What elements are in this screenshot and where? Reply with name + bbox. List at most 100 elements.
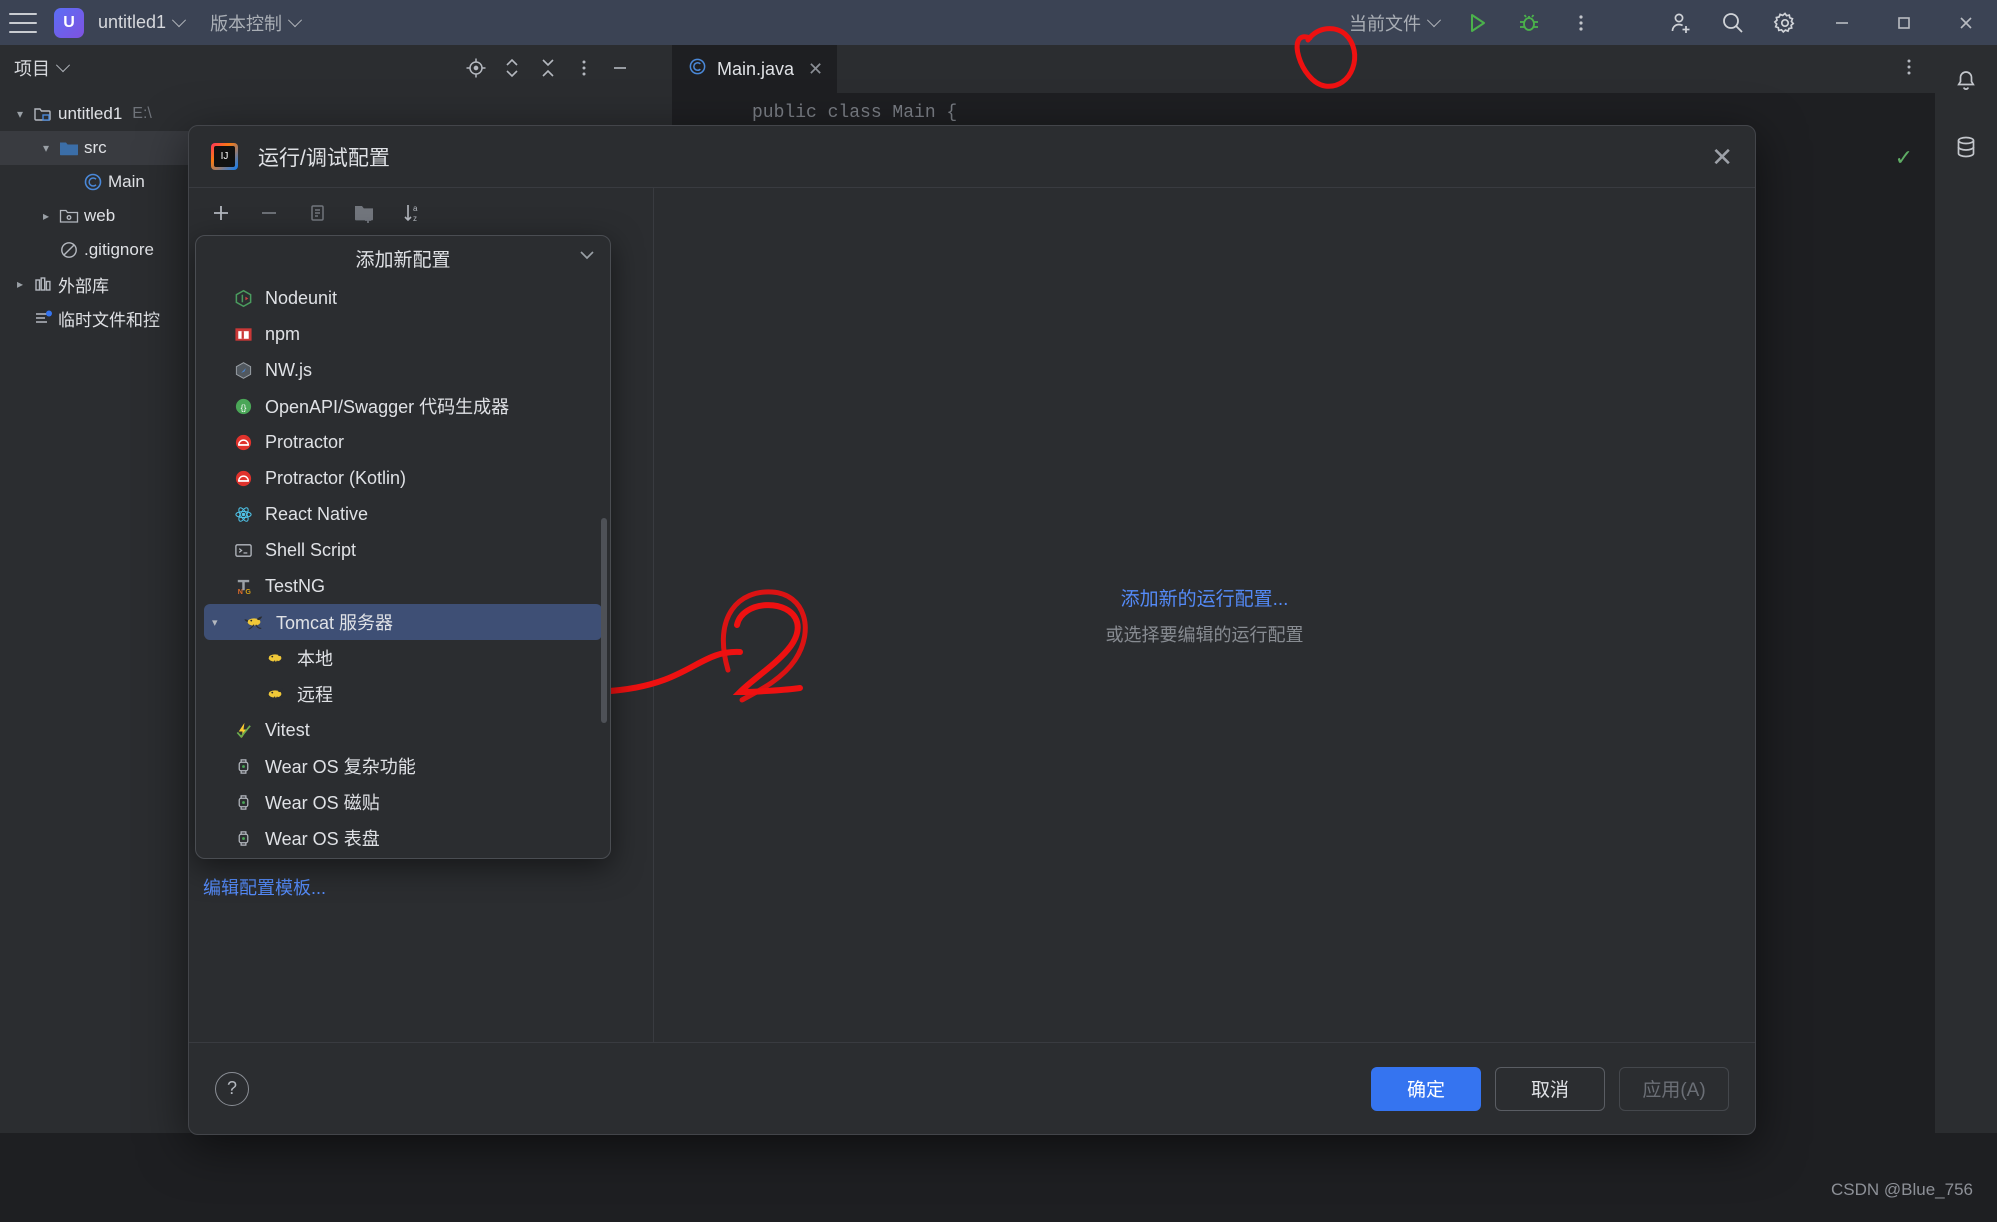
config-type-item[interactable]: XSLTXSLT: [196, 856, 610, 858]
vcs-menu[interactable]: 版本控制: [210, 10, 303, 36]
config-type-label: 本地: [297, 649, 333, 669]
code-preview-line: public class Main {: [752, 103, 958, 123]
config-type-label: Nodeunit: [265, 287, 338, 308]
config-type-item[interactable]: ▾ Tomcat 服务器: [204, 604, 602, 640]
run-configuration-selector[interactable]: 当前文件: [1349, 10, 1442, 36]
tree-node-label: Main: [108, 172, 145, 191]
config-type-label: Vitest: [265, 719, 310, 740]
chevron-down-icon: [287, 12, 303, 27]
help-icon[interactable]: ?: [215, 1071, 249, 1106]
configuration-type-list[interactable]: Nodeunit npm NW.js {} OpenAPI/Swagger 代码生成器 P…: [196, 280, 610, 858]
wearos-icon: [232, 755, 254, 777]
more-vertical-icon[interactable]: [1555, 0, 1607, 45]
config-type-label: Wear OS 复杂功能: [265, 757, 416, 777]
chevron-down-icon[interactable]: ▾: [212, 616, 226, 629]
locate-icon[interactable]: [460, 52, 492, 84]
chevron-down-icon[interactable]: ▾: [36, 141, 56, 155]
right-tool-stripe: [1935, 45, 1997, 1133]
config-type-item[interactable]: Protractor (Kotlin): [196, 460, 610, 496]
config-type-item[interactable]: Shell Script: [196, 532, 610, 568]
chevron-down-icon[interactable]: ▾: [10, 107, 30, 121]
tree-node-label: .gitignore: [84, 240, 154, 259]
add-user-icon[interactable]: [1655, 0, 1707, 45]
project-selector[interactable]: untitled1: [98, 12, 187, 33]
editor-more-icon[interactable]: [1899, 57, 1919, 82]
popup-title: 添加新配置: [355, 249, 451, 271]
close-icon[interactable]: ✕: [808, 59, 823, 80]
search-icon[interactable]: [1707, 0, 1759, 45]
main-menu-icon[interactable]: [9, 12, 37, 33]
config-type-item[interactable]: Protractor: [196, 424, 610, 460]
protractor-icon: [232, 467, 254, 489]
tomcat-icon: [264, 647, 286, 669]
config-type-item[interactable]: {} OpenAPI/Swagger 代码生成器: [196, 388, 610, 424]
config-type-item[interactable]: NW.js: [196, 352, 610, 388]
hide-panel-icon[interactable]: [604, 52, 636, 84]
config-type-item[interactable]: Wear OS 表盘: [196, 820, 610, 856]
chevron-down-icon: [171, 12, 187, 27]
add-configuration-button[interactable]: [203, 195, 239, 231]
empty-state-subtitle: 或选择要编辑的运行配置: [1105, 624, 1304, 645]
config-type-item[interactable]: React Native: [196, 496, 610, 532]
apply-button[interactable]: 应用(A): [1619, 1066, 1729, 1111]
config-type-item[interactable]: Wear OS 磁贴: [196, 784, 610, 820]
svg-text:z: z: [413, 214, 417, 223]
intellij-idea-icon: [211, 143, 238, 170]
notifications-icon[interactable]: [1944, 59, 1988, 103]
config-type-item[interactable]: npm: [196, 316, 610, 352]
tree-node-path: E:\: [132, 105, 152, 122]
popup-header: 添加新配置: [196, 236, 610, 280]
config-type-label: Wear OS 磁贴: [265, 793, 380, 813]
dialog-footer: ? 确定 取消 应用(A): [189, 1042, 1755, 1134]
gitignore-icon: [56, 240, 82, 260]
close-icon[interactable]: [1935, 0, 1997, 45]
checkmark-icon[interactable]: ✓: [1895, 145, 1913, 171]
tab-main-java[interactable]: Main.java ✕: [672, 45, 838, 93]
cancel-button[interactable]: 取消: [1495, 1066, 1605, 1111]
chevron-right-icon[interactable]: ▸: [36, 209, 56, 223]
status-bar: CSDN @Blue_756: [0, 1133, 1997, 1222]
svg-text:a: a: [413, 204, 418, 213]
config-type-item[interactable]: Wear OS 复杂功能: [196, 748, 610, 784]
protractor-icon: [232, 431, 254, 453]
config-type-label: npm: [265, 323, 301, 344]
wearos-icon: [232, 827, 254, 849]
remove-configuration-button[interactable]: [251, 195, 287, 231]
config-type-item[interactable]: Nodeunit: [196, 280, 610, 316]
sort-configurations-button[interactable]: a z: [395, 195, 431, 231]
project-badge[interactable]: U: [54, 7, 84, 38]
chevron-down-icon[interactable]: [55, 58, 71, 73]
expand-collapse-icon[interactable]: [496, 52, 528, 84]
java-class-icon: [688, 57, 707, 81]
project-name-label: untitled1: [98, 12, 167, 32]
chevron-right-icon[interactable]: ▸: [10, 277, 30, 291]
chevron-up-icon[interactable]: [578, 248, 596, 267]
collapse-all-icon[interactable]: [532, 52, 564, 84]
run-icon[interactable]: [1451, 0, 1503, 45]
nodeunit-icon: [232, 287, 254, 309]
copy-configuration-button[interactable]: [299, 195, 335, 231]
add-new-run-configuration-link[interactable]: 添加新的运行配置...: [1121, 584, 1289, 611]
more-vertical-icon[interactable]: [568, 52, 600, 84]
debug-icon[interactable]: [1503, 0, 1555, 45]
minimize-icon[interactable]: [1811, 0, 1873, 45]
config-type-item[interactable]: 本地: [196, 640, 610, 676]
database-icon[interactable]: [1944, 125, 1988, 169]
dialog-header: 运行/调试配置 ✕: [189, 126, 1755, 188]
tree-node-label: web: [84, 206, 116, 225]
edit-configuration-templates-link[interactable]: 编辑配置模板...: [203, 874, 326, 900]
gear-icon[interactable]: [1759, 0, 1811, 45]
config-type-item[interactable]: Vitest: [196, 712, 610, 748]
config-type-item[interactable]: N G TestNG: [196, 568, 610, 604]
config-type-label: NW.js: [265, 359, 312, 380]
config-type-label: TestNG: [265, 575, 326, 596]
popup-scrollbar[interactable]: [601, 518, 607, 723]
ok-button[interactable]: 确定: [1371, 1066, 1481, 1111]
watermark: CSDN @Blue_756: [1831, 1180, 1973, 1199]
empty-state-pane: 添加新的运行配置... 或选择要编辑的运行配置: [654, 188, 1755, 1042]
config-type-label: Protractor (Kotlin): [265, 467, 407, 488]
close-icon[interactable]: ✕: [1711, 144, 1733, 170]
maximize-icon[interactable]: [1873, 0, 1935, 45]
new-folder-button[interactable]: [347, 195, 383, 231]
config-type-item[interactable]: 远程: [196, 676, 610, 712]
